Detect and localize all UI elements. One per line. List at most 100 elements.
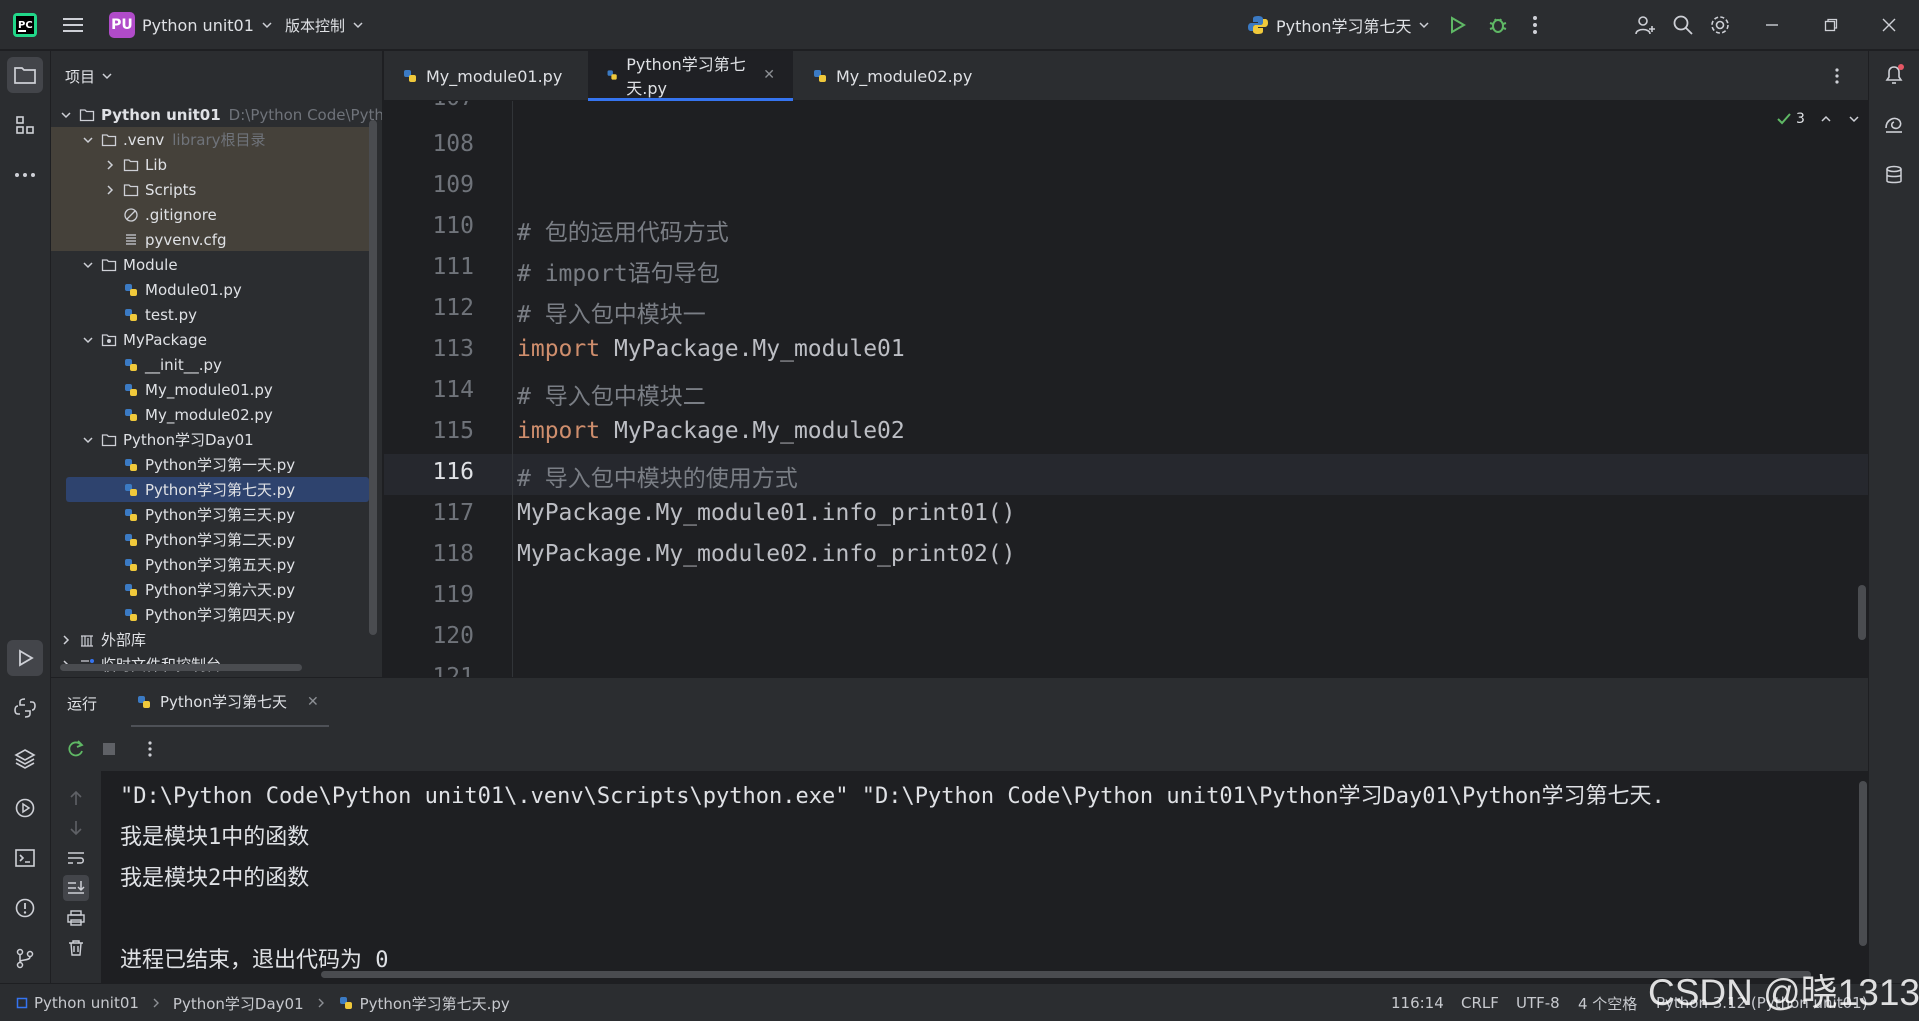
debug-button[interactable] — [1487, 0, 1509, 50]
python-file-icon — [125, 358, 137, 371]
structure-tool-button[interactable] — [7, 107, 43, 143]
clear-console-button[interactable] — [63, 935, 89, 961]
run-console[interactable]: "D:\Python Code\Python unit01\.venv\Scri… — [101, 771, 1868, 983]
more-actions-button[interactable] — [1532, 0, 1538, 50]
tree-item-file[interactable]: Python学习第二天.py — [51, 527, 373, 552]
tree-item-my-module01[interactable]: My_module01.py — [51, 377, 373, 402]
run-more-button[interactable] — [137, 736, 163, 762]
tree-item-file[interactable]: Python学习第一天.py — [51, 452, 373, 477]
tree-item-module[interactable]: Module — [51, 252, 373, 277]
run-tab[interactable]: Python学习第七天 ✕ — [131, 678, 329, 728]
tree-label: Python学习第二天.py — [145, 531, 296, 549]
chevron-down-icon[interactable] — [1847, 112, 1861, 126]
chevron-down-icon — [262, 22, 272, 29]
editor-scrollbar[interactable] — [1858, 585, 1866, 640]
inspection-count: 3 — [1796, 111, 1805, 127]
line-separator[interactable]: CRLF — [1461, 984, 1499, 1021]
minimize-button[interactable] — [1765, 0, 1779, 50]
tree-root-python-unit01[interactable]: Python unit01 D:\Python Code\Pytho — [51, 102, 382, 127]
scroll-to-end-button[interactable] — [63, 875, 89, 901]
console-hscrollbar[interactable] — [321, 971, 1811, 978]
breadcrumb-dir[interactable]: Python学习Day01 — [173, 993, 304, 1014]
code-editor[interactable]: 107 108 109 110 111 112 113 114 115 116 … — [384, 101, 1868, 677]
problems-button[interactable] — [7, 890, 43, 926]
tree-item-mypackage[interactable]: MyPackage — [51, 327, 373, 352]
console-scrollbar[interactable] — [1859, 781, 1867, 946]
add-user-button[interactable] — [1634, 0, 1656, 50]
python-packages-button[interactable] — [7, 740, 43, 776]
python-file-icon — [125, 483, 137, 496]
caret-position[interactable]: 116:14 — [1391, 984, 1444, 1021]
run-button[interactable] — [1447, 0, 1467, 50]
tree-item-venv[interactable]: .venv library根目录 — [51, 127, 373, 152]
services-button[interactable] — [7, 790, 43, 826]
tree-item-file[interactable]: Python学习第五天.py — [51, 552, 373, 577]
project-tool-button[interactable] — [7, 57, 43, 93]
project-panel-hscrollbar[interactable] — [60, 664, 302, 671]
breadcrumb-project[interactable]: Python unit01 — [34, 994, 139, 1012]
file-encoding[interactable]: UTF-8 — [1516, 984, 1560, 1021]
indent-setting[interactable]: 4 个空格 — [1578, 984, 1637, 1021]
tree-item-day01[interactable]: Python学习Day01 — [51, 427, 373, 452]
tree-item-init[interactable]: __init__.py — [51, 352, 373, 377]
python-file-icon — [125, 508, 137, 521]
terminal-button[interactable] — [7, 840, 43, 876]
code-line: # 导入包中模块二 — [517, 377, 706, 411]
database-button[interactable] — [1876, 157, 1912, 193]
print-button[interactable] — [63, 905, 89, 931]
tree-item-file-selected[interactable]: Python学习第七天.py — [66, 477, 369, 502]
tree-item-scripts[interactable]: Scripts — [51, 177, 373, 202]
settings-button[interactable] — [1709, 0, 1731, 50]
tree-label: .gitignore — [145, 205, 217, 224]
tree-item-external-libs[interactable]: 外部库 — [51, 627, 373, 652]
vcs-menu[interactable]: 版本控制 — [285, 0, 364, 50]
search-button[interactable] — [1672, 0, 1694, 50]
python-file-icon — [125, 608, 137, 621]
tree-item-lib[interactable]: Lib — [51, 152, 373, 177]
line-number: 112 — [432, 295, 474, 321]
python-file-icon — [404, 70, 416, 82]
close-window-button[interactable] — [1882, 0, 1896, 50]
chevron-up-icon[interactable] — [1819, 112, 1833, 126]
git-button[interactable] — [7, 940, 43, 976]
project-switcher[interactable]: PU Python unit01 — [109, 0, 273, 50]
tree-item-file[interactable]: Python学习第三天.py — [51, 502, 373, 527]
scroll-up-button[interactable] — [63, 785, 89, 811]
tree-item-pyvenv[interactable]: pyvenv.cfg — [51, 227, 373, 252]
breadcrumb-file[interactable]: Python学习第七天.py — [360, 993, 510, 1014]
python-console-button[interactable] — [7, 690, 43, 726]
ai-assistant-button[interactable] — [1876, 107, 1912, 143]
tab-python-day7[interactable]: Python学习第七天.py ✕ — [588, 51, 793, 101]
tab-my-module02[interactable]: My_module02.py — [794, 51, 994, 101]
more-tools-button[interactable] — [7, 157, 43, 193]
run-config-selector[interactable]: Python学习第七天 — [1247, 0, 1430, 50]
tree-item-file[interactable]: Python学习第四天.py — [51, 602, 373, 627]
code-keyword: import — [517, 336, 601, 362]
run-tool-button[interactable] — [7, 640, 43, 676]
main-menu-icon[interactable] — [62, 0, 84, 50]
arrow-up-icon — [70, 790, 82, 805]
tab-options-button[interactable] — [1824, 51, 1850, 101]
notifications-button[interactable] — [1876, 57, 1912, 93]
tab-close-button[interactable]: ✕ — [763, 67, 775, 83]
run-tab-close-button[interactable]: ✕ — [307, 694, 319, 710]
stop-button[interactable] — [96, 736, 122, 762]
console-line-command: "D:\Python Code\Python unit01\.venv\Scri… — [120, 784, 1665, 809]
project-panel-title: 项目 — [65, 67, 96, 86]
tab-my-module01[interactable]: My_module01.py — [384, 51, 587, 101]
tree-item-gitignore[interactable]: .gitignore — [51, 202, 373, 227]
rerun-button[interactable] — [63, 736, 89, 762]
scroll-down-button[interactable] — [63, 815, 89, 841]
project-panel-scrollbar[interactable] — [369, 120, 377, 635]
tree-label: Module01.py — [145, 280, 242, 299]
restore-button[interactable] — [1824, 0, 1838, 50]
tree-item-module01[interactable]: Module01.py — [51, 277, 373, 302]
soft-wrap-button[interactable] — [63, 845, 89, 871]
tree-item-file[interactable]: Python学习第六天.py — [51, 577, 373, 602]
project-panel-header[interactable]: 项目 — [51, 51, 382, 101]
svg-text:PC: PC — [18, 20, 33, 31]
tree-item-my-module02[interactable]: My_module02.py — [51, 402, 373, 427]
app-logo-icon[interactable]: PC — [12, 0, 38, 50]
tree-item-test[interactable]: test.py — [51, 302, 373, 327]
inspection-widget[interactable]: 3 — [1776, 111, 1861, 127]
